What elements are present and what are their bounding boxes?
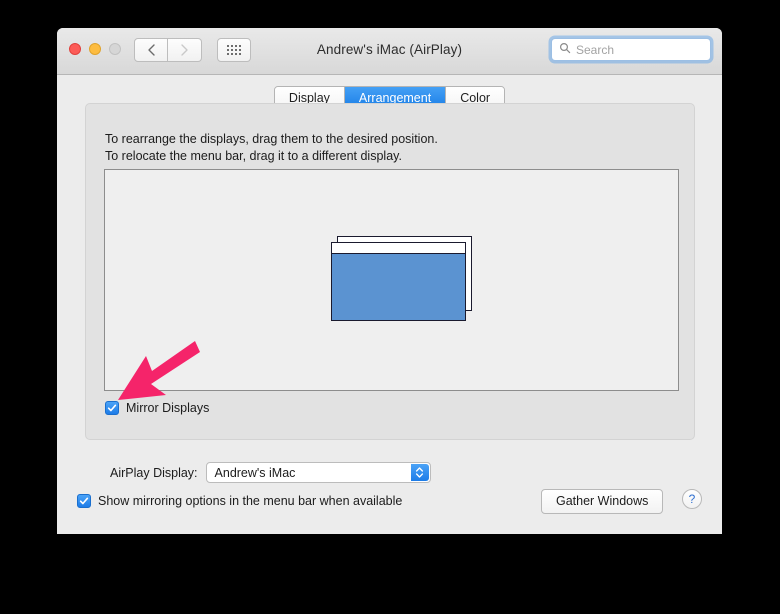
window-titlebar: Andrew's iMac (AirPlay) Search [57, 28, 722, 75]
show-mirroring-options-label: Show mirroring options in the menu bar w… [98, 494, 403, 508]
mirror-displays-checkbox[interactable] [105, 401, 119, 415]
mirror-displays-row[interactable]: Mirror Displays [105, 401, 209, 415]
airplay-display-select[interactable]: Andrew's iMac [205, 462, 431, 483]
help-button[interactable]: ? [682, 489, 702, 509]
displays-preferences-window: Andrew's iMac (AirPlay) Search Display A… [57, 28, 722, 534]
show-mirroring-options-checkbox[interactable] [77, 494, 91, 508]
instruction-line-2: To relocate the menu bar, drag it to a d… [105, 149, 402, 163]
gather-windows-button[interactable]: Gather Windows [541, 489, 664, 514]
instructions: To rearrange the displays, drag them to … [105, 131, 438, 165]
search-icon [559, 41, 571, 59]
show-mirroring-options-row[interactable]: Show mirroring options in the menu bar w… [77, 494, 402, 508]
instruction-line-1: To rearrange the displays, drag them to … [105, 132, 438, 146]
search-placeholder: Search [576, 42, 615, 57]
display-menu-bar[interactable] [332, 243, 465, 254]
airplay-display-value: Andrew's iMac [214, 465, 296, 480]
arrangement-panel: To rearrange the displays, drag them to … [85, 103, 695, 440]
updown-chevron-icon [410, 464, 429, 481]
display-thumbnail-primary[interactable] [331, 242, 466, 321]
mirror-displays-label: Mirror Displays [126, 401, 210, 415]
airplay-display-row: AirPlay Display: Andrew's iMac [110, 462, 431, 483]
search-input[interactable]: Search [551, 38, 711, 61]
checkmark-icon [79, 497, 89, 505]
display-screen-area [332, 254, 465, 320]
display-arrangement-canvas[interactable] [104, 169, 679, 391]
checkmark-icon [107, 404, 117, 412]
airplay-display-label: AirPlay Display: [110, 465, 198, 480]
